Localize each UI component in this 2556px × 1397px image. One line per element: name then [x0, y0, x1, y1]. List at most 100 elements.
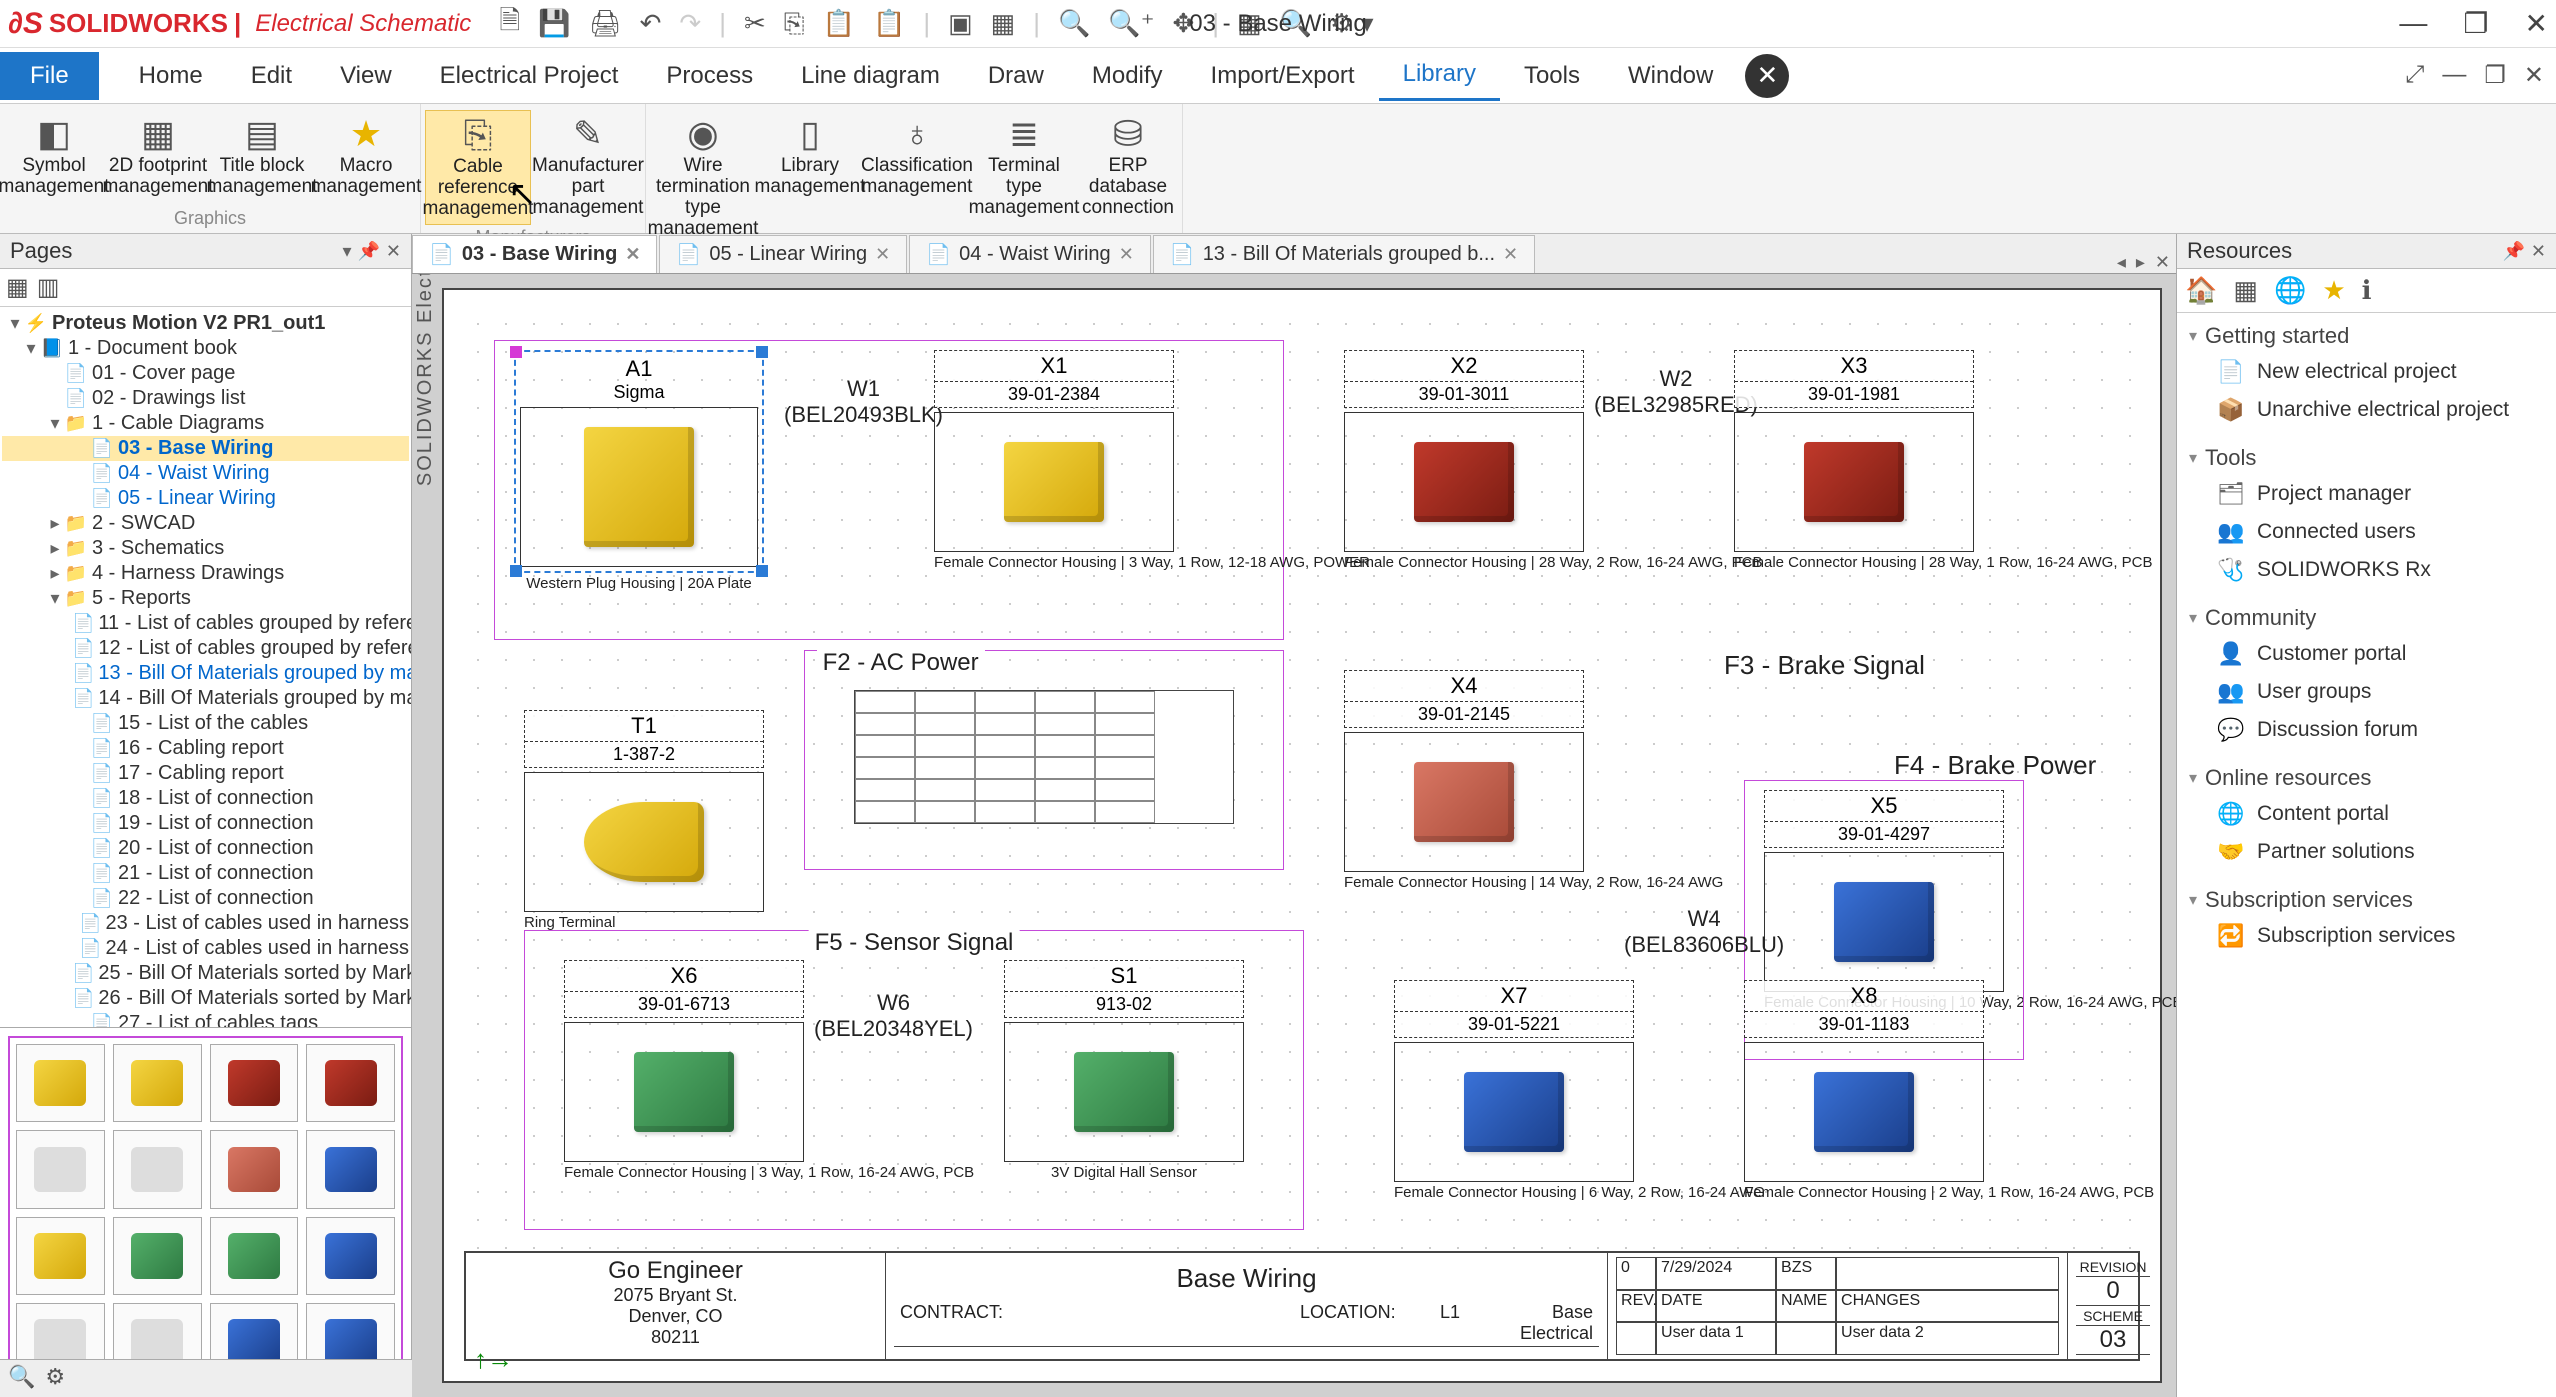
tab-close-icon[interactable]: ✕: [875, 244, 890, 265]
classification-management-button[interactable]: ♁Classification management: [864, 110, 970, 244]
tree-r14[interactable]: 📄14 - Bill Of Materials grouped by manuf…: [2, 686, 409, 711]
tree-r23[interactable]: 📄23 - List of cables used in harness: [2, 911, 409, 936]
tree-r16[interactable]: 📄16 - Cabling report: [2, 736, 409, 761]
tree-root[interactable]: ▾⚡Proteus Motion V2 PR1_out1: [2, 311, 409, 336]
panel-pin2-icon[interactable]: 📌: [357, 241, 379, 262]
tree-r17[interactable]: 📄17 - Cabling report: [2, 761, 409, 786]
tab-05-linear-wiring[interactable]: 📄05 - Linear Wiring✕: [659, 235, 907, 273]
connected-users-link[interactable]: 👥Connected users: [2189, 513, 2544, 551]
tree-r24[interactable]: 📄24 - List of cables used in harness: [2, 936, 409, 961]
home-icon[interactable]: 🏠: [2185, 275, 2217, 306]
file-menu[interactable]: File: [0, 52, 99, 100]
terminal-type-management-button[interactable]: ≣Terminal type management: [974, 110, 1074, 244]
ribbon-restore-icon[interactable]: ❐: [2484, 61, 2506, 90]
thumb-7[interactable]: [210, 1130, 299, 1208]
fav-icon[interactable]: ★: [2322, 275, 2345, 306]
thumb-1[interactable]: [16, 1044, 105, 1122]
tool-a-icon[interactable]: ▣: [948, 8, 973, 39]
thumb-5[interactable]: [16, 1130, 105, 1208]
connector-x1[interactable]: X139-01-2384 Female Connector Housing | …: [934, 350, 1174, 571]
paste-special-icon[interactable]: 📋: [873, 8, 905, 39]
thumb-10[interactable]: [113, 1217, 202, 1295]
drawing-sheet[interactable]: A1 Sigma Western Plug Housing | 20A Plat…: [442, 288, 2162, 1383]
tab-scroll-right-icon[interactable]: ▸: [2136, 252, 2145, 273]
tree-04-waist-wiring[interactable]: 📄04 - Waist Wiring: [2, 461, 409, 486]
tab-04-waist-wiring[interactable]: 📄04 - Waist Wiring✕: [909, 235, 1151, 273]
tree-r20[interactable]: 📄20 - List of connection: [2, 836, 409, 861]
customer-portal-link[interactable]: 👤Customer portal: [2189, 635, 2544, 673]
section-subscription[interactable]: ▾Subscription services: [2189, 883, 2544, 917]
new-project-link[interactable]: 📄New electrical project: [2189, 353, 2544, 391]
menu-import-export[interactable]: Import/Export: [1187, 52, 1379, 100]
tree-05-linear-wiring[interactable]: 📄05 - Linear Wiring: [2, 486, 409, 511]
tree-r22[interactable]: 📄22 - List of connection: [2, 886, 409, 911]
new-icon[interactable]: 🗎: [499, 2, 520, 46]
info-icon[interactable]: ℹ: [2362, 275, 2372, 306]
copy-icon[interactable]: ⎘: [784, 8, 805, 40]
tab-close-icon[interactable]: ✕: [1119, 244, 1134, 265]
thumb-9[interactable]: [16, 1217, 105, 1295]
close-tour-button[interactable]: ✕: [1745, 54, 1789, 98]
menu-home[interactable]: Home: [115, 52, 227, 100]
ribbon-expand-icon[interactable]: ⤢: [2405, 61, 2424, 90]
forum-link[interactable]: 💬Discussion forum: [2189, 711, 2544, 749]
connector-x6[interactable]: X639-01-6713 Female Connector Housing | …: [564, 960, 804, 1181]
res-close-icon[interactable]: ✕: [2531, 241, 2546, 262]
thumb-3[interactable]: [210, 1044, 299, 1122]
connector-x4[interactable]: X439-01-2145 Female Connector Housing | …: [1344, 670, 1584, 891]
thumb-6[interactable]: [113, 1130, 202, 1208]
tree-r15[interactable]: 📄15 - List of the cables: [2, 711, 409, 736]
tab-close-icon[interactable]: ✕: [625, 244, 640, 265]
project-manager-link[interactable]: 🗂Project manager: [2189, 475, 2544, 513]
manufacturer-part-management-button[interactable]: ✎Manufacturer part management: [535, 110, 641, 225]
tree-cover[interactable]: 📄01 - Cover page: [2, 361, 409, 386]
erp-connection-button[interactable]: ⛁ERP database connection: [1078, 110, 1178, 244]
minimize-icon[interactable]: —: [2399, 7, 2427, 40]
tab-close-icon[interactable]: ✕: [1503, 244, 1518, 265]
tree-r25[interactable]: 📄25 - Bill Of Materials sorted by Mark u…: [2, 961, 409, 986]
tab-scroll-left-icon[interactable]: ◂: [2117, 252, 2126, 273]
section-community[interactable]: ▾Community: [2189, 601, 2544, 635]
menu-window[interactable]: Window: [1604, 52, 1737, 100]
tree-drawings[interactable]: 📄02 - Drawings list: [2, 386, 409, 411]
menu-library[interactable]: Library: [1379, 50, 1500, 101]
footprint-management-button[interactable]: ▦2D footprint management: [108, 110, 208, 206]
tree-reports[interactable]: ▾📁5 - Reports: [2, 586, 409, 611]
tree-r12[interactable]: 📄12 - List of cables grouped by referenc…: [2, 636, 409, 661]
tab-13-bom[interactable]: 📄13 - Bill Of Materials grouped b...✕: [1153, 235, 1535, 273]
solidworks-rx-link[interactable]: 🩺SOLIDWORKS Rx: [2189, 551, 2544, 589]
redo-icon[interactable]: ↷: [679, 8, 701, 39]
undo-icon[interactable]: ↶: [640, 8, 662, 39]
grid-view-icon[interactable]: ▦: [2233, 275, 2258, 306]
content-portal-link[interactable]: 🌐Content portal: [2189, 795, 2544, 833]
wire-termination-management-button[interactable]: ◉Wire termination type management: [650, 110, 756, 244]
thumb-12[interactable]: [306, 1217, 395, 1295]
connector-s1[interactable]: S1913-02 3V Digital Hall Sensor: [1004, 960, 1244, 1181]
connector-x8[interactable]: X839-01-1183 Female Connector Housing | …: [1744, 980, 1984, 1201]
expand-all-icon[interactable]: ▦: [6, 273, 29, 302]
menu-tools[interactable]: Tools: [1500, 52, 1604, 100]
unarchive-project-link[interactable]: 📦Unarchive electrical project: [2189, 391, 2544, 429]
tool-b-icon[interactable]: ▦: [991, 8, 1016, 39]
globe-icon[interactable]: 🌐: [2274, 275, 2306, 306]
panel-close-icon[interactable]: ✕: [386, 241, 401, 262]
tab-03-base-wiring[interactable]: 📄03 - Base Wiring✕: [412, 235, 657, 273]
section-tools[interactable]: ▾Tools: [2189, 441, 2544, 475]
section-online-resources[interactable]: ▾Online resources: [2189, 761, 2544, 795]
menu-process[interactable]: Process: [642, 52, 777, 100]
save-icon[interactable]: 💾: [538, 8, 570, 39]
tree-r26[interactable]: 📄26 - Bill Of Materials sorted by Mark u…: [2, 986, 409, 1011]
connector-a1[interactable]: A1 Sigma Western Plug Housing | 20A Plat…: [514, 350, 764, 592]
tree-r19[interactable]: 📄19 - List of connection: [2, 811, 409, 836]
panel-pin-icon[interactable]: ▾: [342, 241, 351, 262]
thumb-11[interactable]: [210, 1217, 299, 1295]
cut-icon[interactable]: ✂: [744, 8, 766, 39]
tree-swcad[interactable]: ▸📁2 - SWCAD: [2, 511, 409, 536]
symbol-management-button[interactable]: ◧Symbol management: [4, 110, 104, 206]
connector-x7[interactable]: X739-01-5221 Female Connector Housing | …: [1394, 980, 1634, 1201]
tree-r21[interactable]: 📄21 - List of connection: [2, 861, 409, 886]
titleblock-management-button[interactable]: ▤Title block management: [212, 110, 312, 206]
menu-electrical-project[interactable]: Electrical Project: [416, 52, 643, 100]
paste-icon[interactable]: 📋: [823, 8, 855, 39]
collapse-all-icon[interactable]: ▥: [37, 273, 60, 302]
